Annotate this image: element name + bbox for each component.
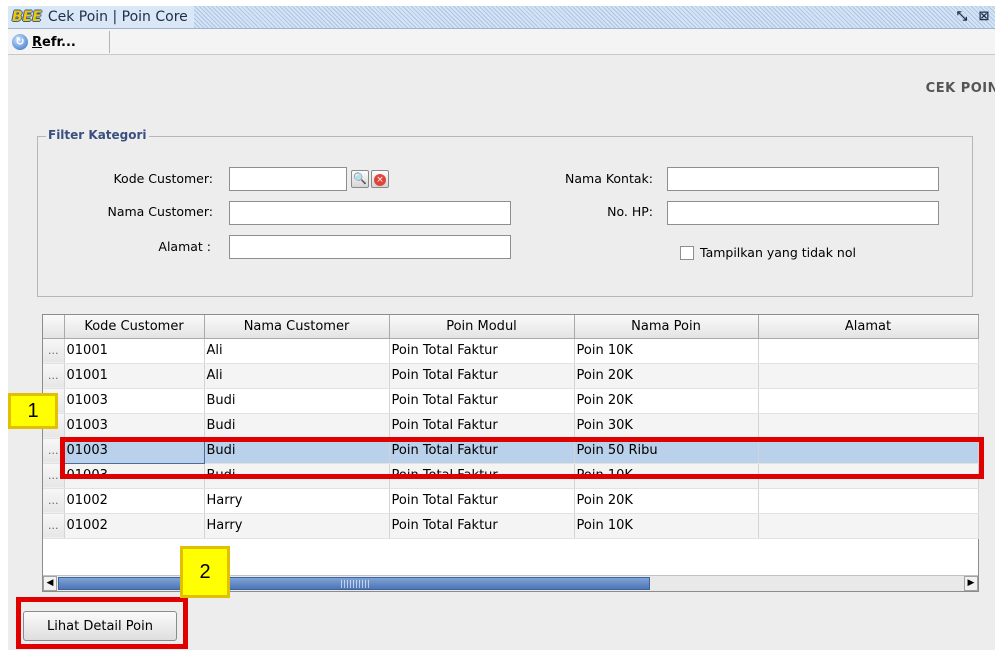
annotation-highlight-2 xyxy=(16,597,188,649)
table-cell: Poin Total Faktur xyxy=(389,513,575,539)
table-row[interactable]: ... 01002 Harry Poin Total Faktur Poin 2… xyxy=(43,488,979,514)
table-cell: Poin 20K xyxy=(574,488,759,514)
table-cell xyxy=(758,513,979,539)
nama-customer-label: Nama Customer: xyxy=(107,204,213,219)
annotation-label-2: 2 xyxy=(180,546,230,598)
table-cell: Poin Total Faktur xyxy=(389,488,575,514)
row-marker[interactable]: ... xyxy=(43,338,65,364)
nama-kontak-input[interactable] xyxy=(667,167,939,191)
column-header[interactable]: Alamat xyxy=(758,315,979,339)
table-cell: Poin 20K xyxy=(574,363,759,389)
table-cell: Budi xyxy=(204,413,390,439)
kode-customer-input[interactable] xyxy=(229,167,347,191)
table-cell: 01001 xyxy=(64,338,205,364)
search-icon[interactable]: 🔍 xyxy=(351,170,369,188)
column-header[interactable]: Poin Modul xyxy=(389,315,575,339)
table-cell xyxy=(758,338,979,364)
table-cell: Harry xyxy=(204,488,390,514)
title-bar: BEE Cek Poin | Poin Core ⤡ ⊠ xyxy=(8,6,995,29)
refresh-button[interactable]: ↻ Refr... xyxy=(10,31,110,53)
column-header[interactable]: Kode Customer xyxy=(64,315,205,339)
no-hp-label: No. HP: xyxy=(607,204,653,219)
scroll-right-icon[interactable]: ▶ xyxy=(964,576,978,591)
table-cell: Poin 10K xyxy=(574,338,759,364)
table-cell: 01002 xyxy=(64,488,205,514)
scroll-thumb[interactable] xyxy=(58,577,650,590)
table-cell xyxy=(758,488,979,514)
header-corner xyxy=(43,315,65,339)
table-row[interactable]: ... 01003 Budi Poin Total Faktur Poin 30… xyxy=(43,413,979,439)
table-cell: Poin 10K xyxy=(574,513,759,539)
table-cell xyxy=(758,413,979,439)
bee-logo: BEE xyxy=(12,9,42,25)
row-marker[interactable]: ... xyxy=(43,363,65,389)
filter-group: Filter Kategori Kode Customer: 🔍 × Nama … xyxy=(37,128,973,297)
table-row[interactable]: ... 01003 Budi Poin Total Faktur Poin 20… xyxy=(43,388,979,414)
nama-kontak-label: Nama Kontak: xyxy=(565,171,653,186)
table-row[interactable]: ... 01002 Harry Poin Total Faktur Poin 1… xyxy=(43,513,979,539)
table-cell xyxy=(758,388,979,414)
table-cell: Poin Total Faktur xyxy=(389,338,575,364)
table-cell: 01002 xyxy=(64,513,205,539)
clear-icon[interactable]: × xyxy=(371,170,389,188)
table-cell: Harry xyxy=(204,513,390,539)
table-cell: Poin 30K xyxy=(574,413,759,439)
table-cell: Budi xyxy=(204,388,390,414)
table-cell: 01001 xyxy=(64,363,205,389)
table-cell: 01003 xyxy=(64,388,205,414)
toolbar: ↻ Refr... xyxy=(8,29,995,55)
row-marker[interactable]: ... xyxy=(43,513,65,539)
refresh-icon: ↻ xyxy=(12,34,28,50)
page-heading: CEK POIN xyxy=(925,81,995,96)
table-header-row: Kode Customer Nama Customer Poin Modul N… xyxy=(43,315,979,339)
table-cell: Poin Total Faktur xyxy=(389,413,575,439)
alamat-label: Alamat : xyxy=(158,239,211,254)
annotation-label-1: 1 xyxy=(8,393,58,429)
app-window: BEE Cek Poin | Poin Core ⤡ ⊠ ↻ Refr... C… xyxy=(8,6,995,650)
alamat-input[interactable] xyxy=(229,235,511,259)
table-cell: Poin Total Faktur xyxy=(389,388,575,414)
column-header[interactable]: Nama Poin xyxy=(574,315,759,339)
nama-customer-input[interactable] xyxy=(229,201,511,225)
table-cell: Poin 20K xyxy=(574,388,759,414)
row-marker[interactable]: ... xyxy=(43,488,65,514)
table-cell: Ali xyxy=(204,363,390,389)
kode-customer-label: Kode Customer: xyxy=(113,171,213,186)
table-row[interactable]: ... 01001 Ali Poin Total Faktur Poin 10K xyxy=(43,338,979,364)
table-row[interactable]: ... 01001 Ali Poin Total Faktur Poin 20K xyxy=(43,363,979,389)
window-title: Cek Poin | Poin Core xyxy=(47,9,188,25)
tampilkan-checkbox[interactable] xyxy=(680,246,694,260)
no-hp-input[interactable] xyxy=(667,201,939,225)
table-cell: Ali xyxy=(204,338,390,364)
table-cell: 01003 xyxy=(64,413,205,439)
annotation-highlight-1 xyxy=(60,437,984,479)
column-header[interactable]: Nama Customer xyxy=(204,315,390,339)
table-cell xyxy=(758,363,979,389)
scroll-left-icon[interactable]: ◀ xyxy=(43,576,57,591)
refresh-label: Refr... xyxy=(32,34,76,50)
tampilkan-label: Tampilkan yang tidak nol xyxy=(700,245,856,260)
close-icon[interactable]: ⊠ xyxy=(976,9,992,25)
filter-legend: Filter Kategori xyxy=(46,128,149,142)
table-cell: Poin Total Faktur xyxy=(389,363,575,389)
restore-icon[interactable]: ⤡ xyxy=(954,9,970,25)
